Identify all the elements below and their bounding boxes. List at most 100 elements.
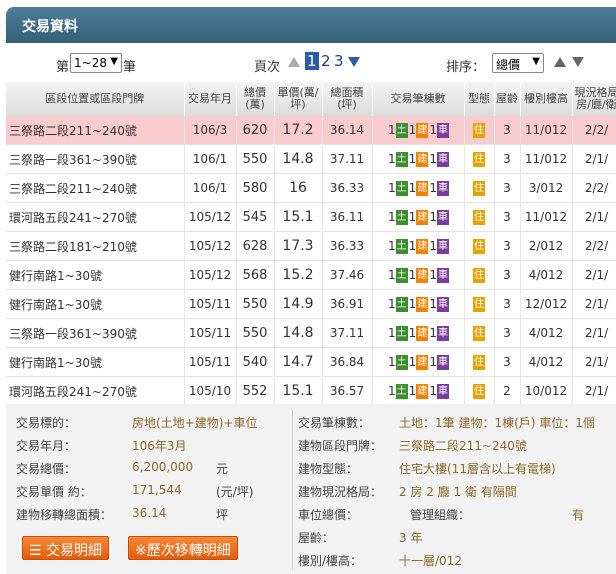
history-transfer-label: ※歷次移轉明細 (135, 543, 231, 559)
page-link-3[interactable]: 3 (334, 52, 344, 70)
next-page-icon[interactable] (348, 57, 360, 67)
cell-type: 住 (464, 289, 495, 319)
cell-address: 三祭路一段361~390號 (6, 318, 185, 348)
col-header-counts[interactable]: 交易筆棟數 (372, 82, 465, 116)
land-count: 1 (388, 181, 396, 195)
table-row[interactable]: 三祭路二段211~240號 106/1 580 16 36.33 1土 1建 1車住 3 3/01… (6, 173, 616, 203)
table-row[interactable]: 環河路五段241~270號 105/12 545 15.1 36.11 1土 1建 1車住 3 1… (6, 202, 616, 232)
land-count: 1 (388, 384, 396, 398)
building-icon: 建 (416, 180, 429, 196)
detail-value: 十一層/012 (399, 554, 462, 568)
cell-price: 540 (236, 347, 275, 377)
cell-layout: 2/1/ (572, 347, 616, 377)
table-header-row: 區段位置或區段門牌 交易年月 總價(萬) 單價(萬/坪) 總面積(坪) 交易筆棟… (6, 82, 616, 116)
col-header-date[interactable]: 交易年月 (184, 82, 237, 116)
cell-age: 3 (494, 231, 521, 261)
cell-layout: 2/2/ (572, 173, 616, 203)
col-header-layout[interactable]: 現況格局房/廳/衛 (572, 82, 616, 116)
cell-counts: 1土 1建 1車 (372, 173, 465, 203)
col-header-price[interactable]: 總價(萬) (236, 82, 275, 116)
cell-age: 3 (494, 260, 521, 290)
cell-unit-price: 14.8 (274, 318, 323, 348)
detail-label: 管理組織： (410, 508, 471, 522)
detail-label: 車位總價： (298, 508, 359, 522)
cell-counts: 1土 1建 1車 (372, 318, 465, 348)
cell-type: 住 (464, 202, 495, 232)
land-count: 1 (388, 326, 396, 340)
cell-age: 3 (494, 116, 521, 145)
cell-address: 健行南路1~30號 (6, 347, 185, 377)
residential-icon: 住 (473, 267, 485, 283)
cell-counts: 1土 1建 1車 (372, 116, 465, 145)
list-icon: ☰ (29, 543, 42, 559)
cell-address: 健行南路1~30號 (6, 289, 185, 319)
cell-address: 三祭路一段361~390號 (6, 144, 185, 174)
detail-label: 屋齡： (298, 531, 335, 545)
cell-age: 3 (494, 144, 521, 174)
pager-bar: 第 1~28 ▼ 筆 頁次 1 2 3 排序： 總價 ▼ (6, 48, 616, 78)
detail-value: 住宅大樓(11層含以上有電梯) (399, 462, 556, 476)
cell-type: 住 (464, 116, 495, 145)
section-header: 交易資料 (6, 7, 616, 43)
cell-type: 住 (464, 231, 495, 261)
table-row[interactable]: 健行南路1~30號 105/11 540 14.7 36.84 1土 1建 1車住 3 4/012… (6, 347, 616, 377)
col-header-address[interactable]: 區段位置或區段門牌 (6, 82, 185, 116)
residential-icon: 住 (473, 151, 485, 167)
col-header-age[interactable]: 屋齡 (494, 82, 521, 116)
cell-floor: 2/012 (520, 231, 573, 261)
table-row[interactable]: 三祭路一段361~390號 105/11 550 14.8 37.11 1土 1建 1車住 3 4… (6, 318, 616, 348)
cell-age: 3 (494, 289, 521, 319)
table-row[interactable]: 健行南路1~30號 105/12 568 15.2 37.46 1土 1建 1車住 3 4/012… (6, 260, 616, 290)
detail-label: 交易標的： (16, 416, 77, 430)
land-count: 1 (388, 355, 396, 369)
cell-counts: 1土 1建 1車 (372, 202, 465, 232)
sort-descending-icon[interactable] (572, 57, 584, 67)
cell-address: 健行南路1~30號 (6, 260, 185, 290)
residential-icon: 住 (473, 238, 485, 254)
page-link-1[interactable]: 1 (305, 52, 319, 70)
history-transfer-button[interactable]: ※歷次移轉明細 (128, 536, 238, 560)
detail-label: 樓別/樓高： (298, 554, 363, 568)
cell-type: 住 (464, 173, 495, 203)
range-select-value: 1~28 (74, 56, 107, 70)
building-icon: 建 (416, 267, 429, 283)
cell-layout: 2/1/ (572, 260, 616, 290)
parking-icon: 車 (436, 325, 449, 341)
cell-address: 三祭路二段211~240號 (6, 173, 185, 203)
col-header-area[interactable]: 總面積(坪) (322, 82, 373, 116)
cell-price: 620 (236, 116, 275, 145)
detail-label: 交易筆棟數： (298, 416, 371, 430)
table-row[interactable]: 環河路五段241~270號 105/10 552 15.1 36.57 1土 1建 1車住 2 1… (6, 376, 616, 406)
page-link-2[interactable]: 2 (321, 52, 331, 70)
cell-price: 580 (236, 173, 275, 203)
parking-icon: 車 (436, 296, 449, 312)
table-row[interactable]: 健行南路1~30號 105/11 550 14.9 36.91 1土 1建 1車住 3 12/01… (6, 289, 616, 319)
table-row[interactable]: 三祭路二段211~240號 106/3 620 17.2 36.14 1土 1建 1車住 3 11… (6, 116, 616, 145)
land-icon: 土 (395, 383, 408, 399)
cell-date: 106/3 (184, 116, 237, 145)
cell-unit-price: 15.1 (274, 202, 323, 232)
table-row[interactable]: 三祭路一段361~390號 106/1 550 14.8 37.11 1土 1建 1車住 3 11… (6, 144, 616, 174)
cell-layout: 2/1/ (572, 289, 616, 319)
table-row[interactable]: 三祭路二段181~210號 105/12 628 17.3 36.33 1土 1建 1車住 3 2… (6, 231, 616, 261)
parking-count: 1 (429, 297, 437, 311)
prev-page-icon[interactable] (288, 57, 300, 67)
land-icon: 土 (395, 122, 408, 138)
sort-select[interactable]: 總價 ▼ (492, 53, 544, 73)
parking-icon: 車 (436, 122, 449, 138)
parking-count: 1 (429, 152, 437, 166)
building-icon: 建 (416, 383, 429, 399)
cell-counts: 1土 1建 1車 (372, 231, 465, 261)
col-header-unit-price[interactable]: 單價(萬/坪) (274, 82, 323, 116)
land-icon: 土 (395, 296, 408, 312)
residential-icon: 住 (473, 354, 485, 370)
trade-detail-button[interactable]: ☰ 交易明細 (22, 536, 110, 560)
col-header-floor[interactable]: 樓別樓高 (520, 82, 573, 116)
land-count: 1 (388, 297, 396, 311)
cell-type: 住 (464, 144, 495, 174)
detail-label: 交易年月： (16, 439, 77, 453)
col-header-type[interactable]: 型態 (464, 82, 495, 116)
detail-value: 36.14 (132, 506, 167, 520)
range-select[interactable]: 1~28 ▼ (70, 53, 122, 73)
sort-ascending-icon[interactable] (554, 57, 566, 67)
